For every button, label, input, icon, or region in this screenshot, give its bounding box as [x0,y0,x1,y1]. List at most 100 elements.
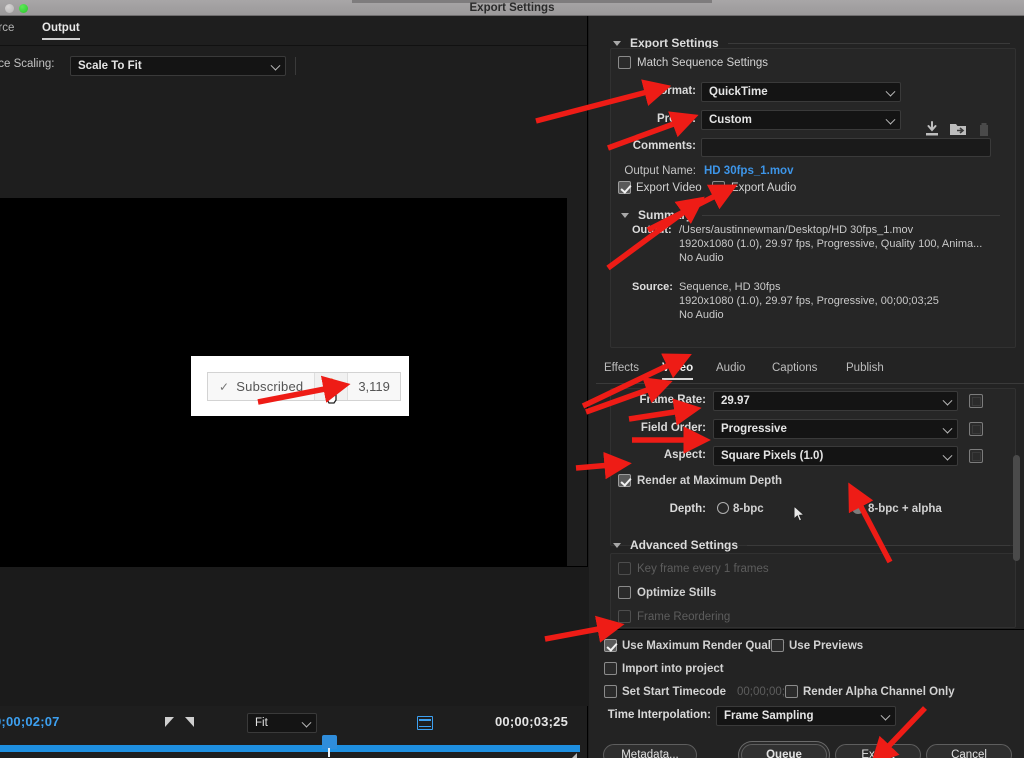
summary-source-audio: No Audio [679,309,724,321]
render-alpha-only-label: Render Alpha Channel Only [803,686,955,698]
settings-scrollbar-thumb[interactable] [1013,455,1020,561]
source-scaling-select[interactable]: Scale To Fit [70,56,286,76]
aspect-select[interactable]: Square Pixels (1.0) [713,446,958,466]
timeline-scrubber-track[interactable] [0,745,580,752]
cancel-button[interactable]: Cancel [926,744,1012,758]
set-start-timecode-label: Set Start Timecode [622,686,726,698]
comments-input[interactable] [701,138,991,157]
chevron-down-icon [621,212,629,218]
aspect-label: Aspect: [663,449,706,461]
source-scaling-row: urce Scaling: Scale To Fit [0,55,587,77]
depth-8bpc-alpha-label: 8-bpc + alpha [868,503,942,515]
subscribe-card: ✓ Subscribed 🔔 3,119 [191,356,409,416]
render-max-depth-checkbox[interactable] [618,474,631,487]
source-scaling-label: urce Scaling: [0,58,55,70]
export-video-checkbox[interactable] [618,181,631,194]
set-start-timecode-checkbox[interactable] [604,685,617,698]
hand-cursor-icon [325,384,337,404]
format-select[interactable]: QuickTime [701,82,901,102]
tab-audio[interactable]: Audio [716,362,745,378]
preset-label: Preset: [657,113,696,125]
use-previews-label: Use Previews [789,640,864,652]
preset-select[interactable]: Custom [701,110,901,130]
window-titlebar: Export Settings [0,0,1024,16]
queue-button[interactable]: Queue [741,744,827,758]
left-panel-tabs: urce Output [0,22,587,46]
import-into-project-label: Import into project [622,663,724,675]
tab-video[interactable]: Video [662,362,694,380]
toolbar-divider [295,57,296,75]
summary-source-label: Source: [632,281,673,293]
mark-in-icon[interactable] [165,717,174,727]
use-max-render-quality-checkbox[interactable] [604,639,617,652]
bottom-options-panel: Use Maximum Render Quality Use Previews … [589,629,1024,758]
zoom-level-select[interactable]: Fit [247,713,317,733]
depth-8bpc-alpha-radio[interactable] [852,502,864,514]
output-name-label: Output Name: [624,165,696,177]
field-order-label: Field Order: [640,422,706,434]
frame-rate-select[interactable]: 29.97 [713,391,958,411]
frame-reordering-checkbox [618,610,631,623]
depth-label: Depth: [669,503,706,515]
import-into-project-checkbox[interactable] [604,662,617,675]
subscribe-label: Subscribed [236,379,304,394]
timeline-out-handle[interactable] [566,753,577,758]
summary-output-label: Output: [632,224,672,236]
export-audio-checkbox[interactable] [712,181,725,194]
notification-bell-button[interactable]: 🔔 [314,373,349,404]
key-frame-every-label: Key frame every 1 frames [637,563,769,575]
optimize-stills-checkbox[interactable] [618,586,631,599]
import-preset-icon[interactable] [948,120,968,138]
match-sequence-settings-checkbox[interactable] [618,56,631,69]
comments-label: Comments: [632,140,696,152]
delete-preset-icon [980,123,988,136]
video-settings-group [610,388,1016,546]
depth-8bpc-label: 8-bpc [733,503,764,515]
tab-effects[interactable]: Effects [604,362,639,378]
chevron-down-icon [613,542,621,548]
summary-title: Summary [638,208,693,222]
timeline-playhead[interactable] [322,735,337,757]
depth-8bpc-radio[interactable] [717,502,729,514]
transport-controls: 0;00;02;07 Fit 00;00;03;25 [0,708,588,738]
window-zoom-button[interactable] [19,4,28,13]
tab-captions[interactable]: Captions [772,362,817,378]
summary-output-audio: No Audio [679,252,724,264]
save-preset-icon[interactable] [922,120,942,138]
left-preview-panel: urce Output urce Scaling: Scale To Fit ✓… [0,16,588,758]
field-order-select[interactable]: Progressive [713,419,958,439]
tab-output[interactable]: Output [42,22,80,40]
time-interpolation-label: Time Interpolation: [607,709,711,721]
duration-timecode[interactable]: 00;00;03;25 [495,714,568,729]
preview-letterbox-area [0,566,588,706]
tab-source[interactable]: urce [0,22,14,38]
metadata-button[interactable]: Metadata... [603,744,697,758]
subscribe-main[interactable]: ✓ Subscribed [208,373,314,400]
mark-out-icon[interactable] [185,717,194,727]
summary-source-name: Sequence, HD 30fps [679,281,781,293]
current-timecode[interactable]: 0;00;02;07 [0,714,60,729]
time-interpolation-select[interactable]: Frame Sampling [716,706,896,726]
format-label: Format: [653,85,696,97]
aspect-ratio-icon[interactable] [417,716,433,730]
render-max-depth-label: Render at Maximum Depth [637,475,783,487]
aspect-match-source-checkbox[interactable] [969,449,983,463]
mouse-pointer-icon [793,505,806,522]
use-previews-checkbox[interactable] [771,639,784,652]
subscriber-count: 3,119 [348,373,400,400]
field-order-match-source-checkbox[interactable] [969,422,983,436]
summary-source-specs: 1920x1080 (1.0), 29.97 fps, Progressive,… [679,295,939,307]
frame-rate-match-source-checkbox[interactable] [969,394,983,408]
chevron-down-icon [613,40,621,46]
video-preview-area[interactable]: ✓ Subscribed 🔔 3,119 [0,198,567,566]
tab-publish[interactable]: Publish [846,362,884,378]
output-name-link[interactable]: HD 30fps_1.mov [704,165,793,177]
export-button[interactable]: Export [835,744,921,758]
subscribe-button[interactable]: ✓ Subscribed 🔔 3,119 [207,372,401,404]
optimize-stills-label: Optimize Stills [637,587,717,599]
advanced-settings-title: Advanced Settings [630,538,739,552]
section-rule [701,214,1000,216]
window-minimize-button[interactable] [5,4,14,13]
render-alpha-only-checkbox[interactable] [785,685,798,698]
summary-section-header[interactable]: Summary [604,204,1014,226]
